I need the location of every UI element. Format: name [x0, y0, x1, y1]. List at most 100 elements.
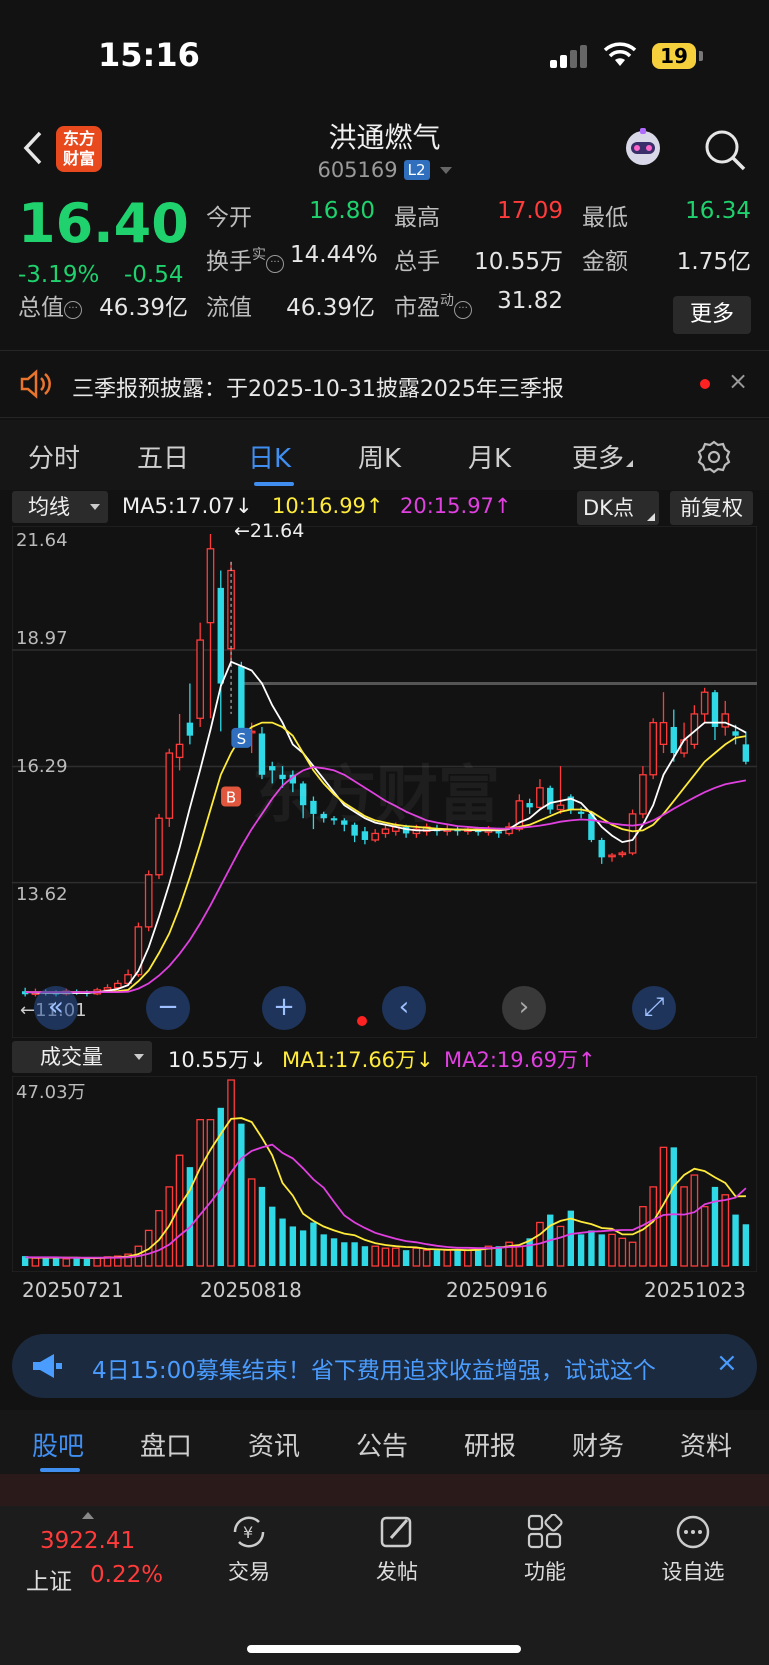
post-button[interactable]: 发帖	[352, 1514, 442, 1586]
more-dots-icon: ···	[64, 301, 82, 319]
tab-weekly-k[interactable]: 周K	[358, 438, 401, 475]
candle-body	[598, 839, 605, 858]
expand-up-icon	[82, 1512, 94, 1519]
tab-order-book[interactable]: 盘口	[140, 1426, 192, 1463]
tab-announcements[interactable]: 公告	[356, 1426, 408, 1463]
tab-profile[interactable]: 资料	[680, 1426, 732, 1463]
more-button[interactable]: 更多	[673, 296, 751, 334]
volume-bar	[52, 1258, 60, 1266]
volume-bar	[310, 1222, 317, 1266]
volume-bar	[381, 1247, 390, 1267]
change-amount: -0.54	[124, 262, 184, 288]
trade-button[interactable]: ¥ 交易	[204, 1514, 294, 1586]
pe-label[interactable]: 市盈动 ···	[394, 288, 472, 322]
home-indicator	[247, 1645, 521, 1653]
adjust-button[interactable]: 前复权	[670, 491, 753, 525]
low-value: 16.34	[685, 198, 751, 224]
volume-value: 10.55万	[474, 249, 563, 275]
close-icon[interactable]: ×	[728, 367, 748, 395]
volume-bar	[649, 1186, 658, 1267]
volume-bar	[628, 1241, 637, 1267]
tab-news[interactable]: 资讯	[248, 1426, 300, 1463]
tab-research[interactable]: 研报	[464, 1426, 516, 1463]
tab-five-day[interactable]: 五日	[137, 438, 189, 475]
tab-intraday[interactable]: 分时	[28, 438, 80, 475]
volume-bar	[279, 1218, 286, 1266]
volume-bar	[433, 1250, 441, 1266]
total-mv-label[interactable]: 总值 ···	[18, 288, 82, 322]
tab-forum[interactable]: 股吧	[32, 1426, 84, 1463]
y-tick-label: 21.64	[16, 530, 68, 551]
volume-bar	[269, 1206, 276, 1266]
tab-more[interactable]: 更多	[572, 438, 634, 475]
last-price: 16.40	[18, 192, 189, 255]
search-icon[interactable]	[703, 128, 747, 172]
close-icon[interactable]: ×	[716, 1348, 738, 1378]
volume-bar	[495, 1246, 502, 1266]
dropdown-arrow-icon	[90, 504, 100, 510]
volume-bar	[670, 1147, 677, 1266]
tab-daily-k[interactable]: 日K	[248, 438, 291, 475]
low-label: 最低	[582, 205, 628, 231]
megaphone-icon	[33, 1354, 62, 1378]
dropdown-arrow-icon	[134, 1054, 144, 1060]
ma-indicator-bar: 均线 MA5:17.07↓ 10:16.99↑ 20:15.97↑ DK点 前复…	[0, 490, 769, 526]
vol-ma2-value: MA2:19.69万↑	[444, 1048, 596, 1072]
volume-label: 总手	[394, 249, 440, 275]
volume-bar	[258, 1186, 266, 1266]
next-icon[interactable]: ›	[502, 986, 546, 1030]
volume-bar	[721, 1194, 730, 1267]
dk-point-button[interactable]: DK点	[577, 491, 659, 525]
prev-icon[interactable]: ‹	[382, 986, 426, 1030]
date-label: 20250721	[22, 1278, 124, 1302]
more-dots-icon: ···	[454, 301, 472, 319]
index-change: 0.22%	[90, 1562, 164, 1588]
volume-bar	[700, 1206, 709, 1267]
volume-chart[interactable]: 47.03万	[11, 1075, 758, 1273]
gear-icon[interactable]	[697, 440, 731, 474]
marker-dot	[357, 1016, 367, 1026]
pe-label-text: 市盈	[394, 295, 440, 321]
volume-bar	[320, 1234, 327, 1266]
volume-bar	[598, 1234, 605, 1266]
index-value: 3922.41	[40, 1528, 136, 1554]
tab-financials[interactable]: 财务	[572, 1426, 624, 1463]
candle-body	[721, 713, 730, 728]
volume-bar	[186, 1167, 194, 1266]
grid-icon	[527, 1514, 563, 1549]
volume-bar	[680, 1186, 688, 1267]
zoom-in-icon[interactable]: +	[262, 986, 306, 1030]
add-watchlist-button[interactable]: 设自选	[648, 1514, 738, 1586]
volume-bar	[608, 1233, 616, 1267]
scroll-left-icon[interactable]: «	[34, 986, 78, 1030]
promo-banner[interactable]: 4日15:00募集结束！省下费用追求收益增强，试试这个 ×	[12, 1334, 757, 1398]
notice-banner[interactable]: 三季报预披露：于2025-10-31披露2025年三季报 ×	[0, 350, 769, 418]
status-bar: 15:16 19	[0, 0, 769, 110]
dk-point-label: DK点	[583, 496, 634, 520]
more-circle-icon	[676, 1515, 710, 1549]
amount-value: 1.75亿	[676, 249, 751, 275]
robot-assistant-icon[interactable]	[620, 126, 666, 172]
tab-monthly-k[interactable]: 月K	[468, 438, 511, 475]
chevron-down-icon	[439, 167, 452, 174]
volume-bar	[330, 1238, 338, 1266]
turnover-label[interactable]: 换手实 ···	[206, 242, 284, 276]
stock-header: 东方 财富 洪通燃气 605169 L2	[0, 110, 769, 192]
trade-label: 交易	[228, 1560, 270, 1584]
zoom-out-icon[interactable]: −	[146, 986, 190, 1030]
volume-bar	[206, 1119, 215, 1267]
y-tick-label: 16.29	[16, 756, 68, 777]
volume-selector[interactable]: 成交量	[12, 1041, 152, 1073]
candle-body	[175, 743, 184, 759]
candle-body	[659, 721, 668, 746]
volume-bar	[515, 1245, 524, 1267]
fullscreen-icon[interactable]: ⤢	[632, 986, 676, 1030]
volume-bar	[422, 1249, 431, 1267]
vol-ma1-line	[25, 1117, 746, 1260]
indicator-selector[interactable]: 均线	[12, 491, 108, 523]
volume-bar	[474, 1250, 482, 1266]
volume-bar	[690, 1174, 699, 1267]
y-tick-label: 18.97	[16, 628, 68, 649]
candlestick-chart[interactable]: SB 东方财富 21.64 18.97 16.29 13.62 ←21.64 ←…	[11, 520, 758, 1039]
function-button[interactable]: 功能	[500, 1514, 590, 1586]
